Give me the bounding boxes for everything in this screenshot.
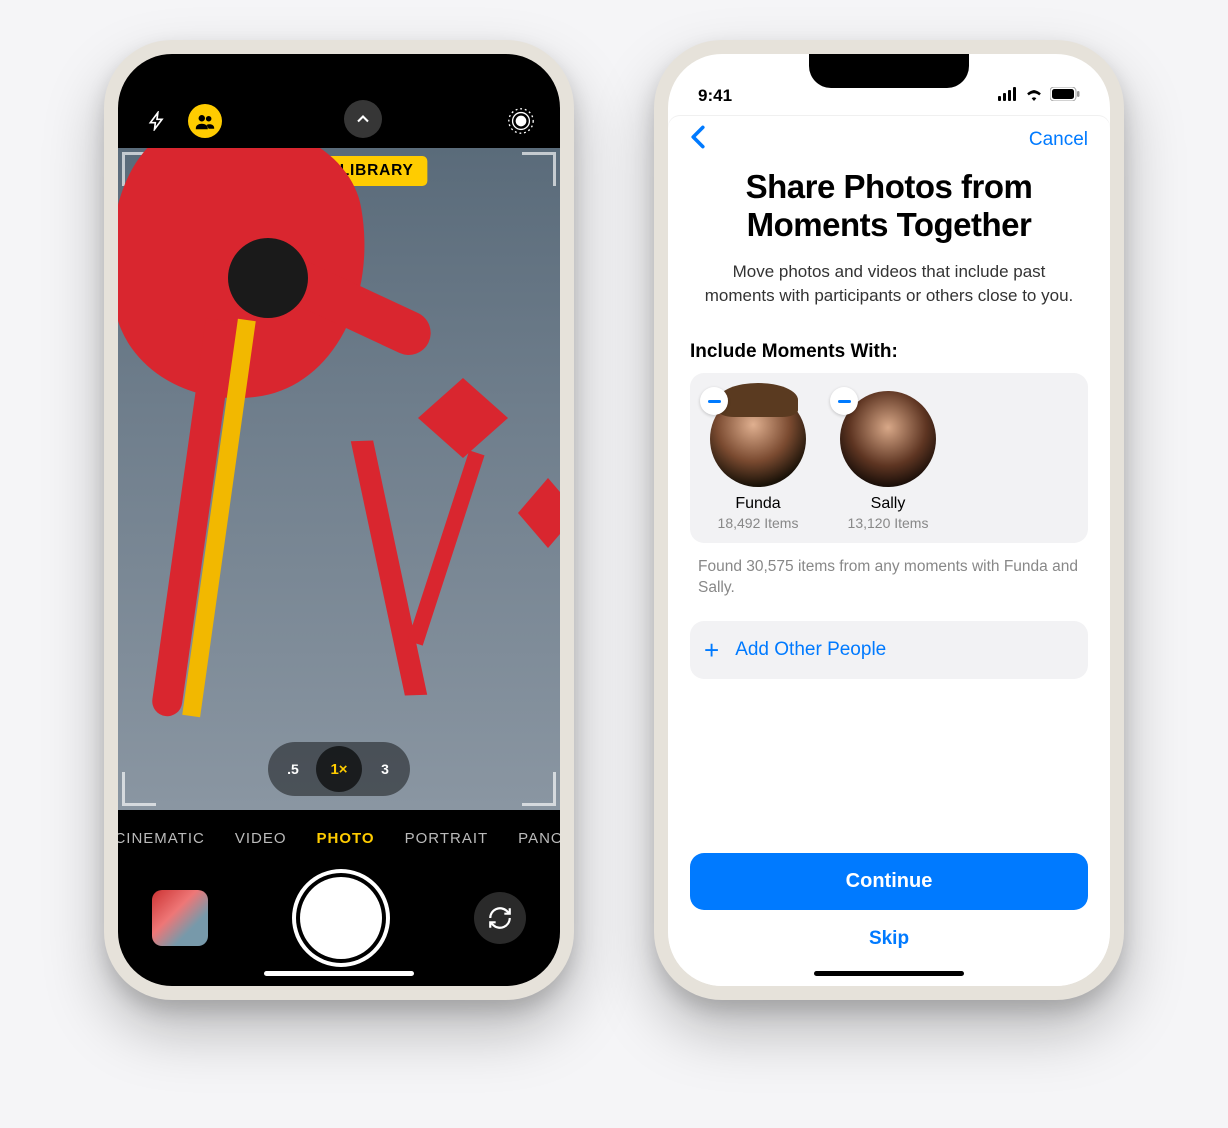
include-moments-label: Include Moments With: bbox=[690, 341, 1088, 363]
plus-icon: + bbox=[704, 637, 719, 663]
shutter-row bbox=[118, 866, 560, 986]
camera-viewfinder[interactable]: SHARED LIBRARY .5 1× 3 bbox=[118, 148, 560, 810]
people-selection-box: Funda 18,492 Items Sally 13,120 Items bbox=[690, 373, 1088, 543]
person-name: Funda bbox=[704, 495, 812, 513]
battery-icon bbox=[1050, 86, 1080, 106]
zoom-selector: .5 1× 3 bbox=[268, 742, 410, 796]
person-name: Sally bbox=[834, 495, 942, 513]
mode-photo[interactable]: PHOTO bbox=[317, 830, 375, 847]
bottom-action-area: Continue Skip bbox=[690, 853, 1088, 986]
mode-portrait[interactable]: PORTRAIT bbox=[405, 830, 489, 847]
camera-screen: SHARED LIBRARY .5 1× 3 CINEMATIC VIDEO P… bbox=[118, 54, 560, 986]
notch bbox=[259, 54, 419, 88]
shared-library-toggle-icon[interactable] bbox=[188, 104, 222, 138]
camera-controls-chevron-icon[interactable] bbox=[344, 100, 382, 138]
zoom-wide-button[interactable]: .5 bbox=[272, 748, 314, 790]
home-indicator[interactable] bbox=[814, 971, 964, 976]
camera-top-left-group bbox=[140, 104, 222, 138]
flash-icon[interactable] bbox=[140, 104, 174, 138]
status-time: 9:41 bbox=[698, 86, 732, 106]
person-card-sally[interactable]: Sally 13,120 Items bbox=[834, 391, 942, 531]
page-title: Share Photos from Moments Together bbox=[690, 168, 1088, 244]
notch bbox=[809, 54, 969, 88]
sheet-nav-bar: Cancel bbox=[690, 116, 1088, 164]
scene-kite bbox=[518, 478, 560, 548]
camera-mode-row: CINEMATIC VIDEO PHOTO PORTRAIT PANO bbox=[118, 810, 560, 866]
mode-cinematic[interactable]: CINEMATIC bbox=[118, 830, 205, 847]
last-photo-thumbnail[interactable] bbox=[152, 890, 208, 946]
home-indicator[interactable] bbox=[264, 971, 414, 976]
viewfinder-corner bbox=[522, 772, 556, 806]
person-item-count: 13,120 Items bbox=[834, 515, 942, 531]
back-button[interactable] bbox=[690, 124, 706, 156]
page-subtitle: Move photos and videos that include past… bbox=[690, 260, 1088, 308]
setup-sheet: Cancel Share Photos from Moments Togethe… bbox=[668, 116, 1110, 986]
scene-kite bbox=[418, 378, 508, 458]
mode-pano[interactable]: PANO bbox=[518, 830, 560, 847]
title-line: Moments Together bbox=[747, 206, 1032, 243]
found-items-summary: Found 30,575 items from any moments with… bbox=[698, 557, 1080, 599]
scene-head bbox=[228, 238, 308, 318]
scene-ribbon bbox=[351, 440, 427, 695]
continue-button[interactable]: Continue bbox=[690, 853, 1088, 910]
zoom-tele-button[interactable]: 3 bbox=[364, 748, 406, 790]
cellular-icon bbox=[998, 86, 1018, 106]
status-right-group bbox=[998, 86, 1080, 106]
cancel-button[interactable]: Cancel bbox=[1029, 129, 1088, 151]
minus-icon bbox=[708, 400, 721, 403]
zoom-main-button[interactable]: 1× bbox=[316, 746, 362, 792]
add-other-people-label: Add Other People bbox=[735, 639, 886, 661]
live-photo-icon[interactable] bbox=[504, 104, 538, 138]
scene-ribbon bbox=[407, 450, 484, 645]
viewfinder-corner bbox=[522, 152, 556, 186]
flip-camera-button[interactable] bbox=[474, 892, 526, 944]
title-line: Share Photos from bbox=[746, 168, 1033, 205]
setup-screen: 9:41 Cancel Share Pho bbox=[668, 54, 1110, 986]
phone-frame-camera: SHARED LIBRARY .5 1× 3 CINEMATIC VIDEO P… bbox=[104, 40, 574, 1000]
person-item-count: 18,492 Items bbox=[704, 515, 812, 531]
phone-frame-setup: 9:41 Cancel Share Pho bbox=[654, 40, 1124, 1000]
avatar-hat bbox=[718, 383, 798, 417]
add-other-people-button[interactable]: + Add Other People bbox=[690, 621, 1088, 679]
skip-button[interactable]: Skip bbox=[690, 910, 1088, 950]
minus-icon bbox=[838, 400, 851, 403]
mode-video[interactable]: VIDEO bbox=[235, 830, 287, 847]
wifi-icon bbox=[1024, 86, 1044, 106]
shutter-button[interactable] bbox=[300, 877, 382, 959]
person-card-funda[interactable]: Funda 18,492 Items bbox=[704, 391, 812, 531]
viewfinder-corner bbox=[122, 772, 156, 806]
